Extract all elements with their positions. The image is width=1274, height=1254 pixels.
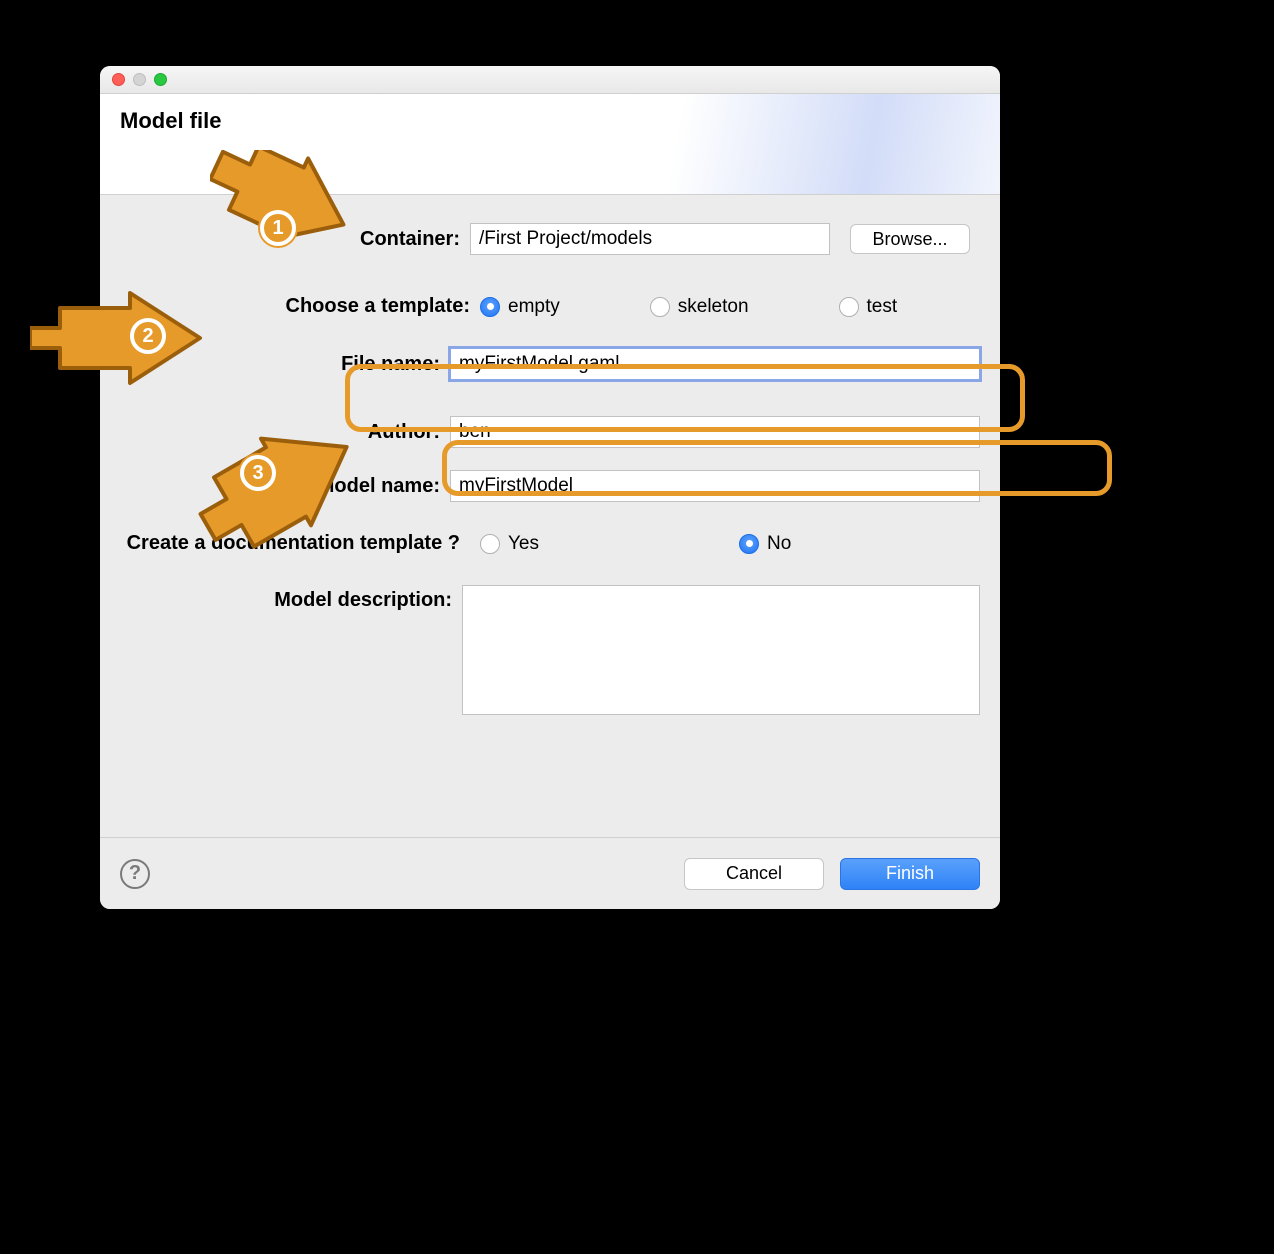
- titlebar: [100, 66, 1000, 94]
- radio-icon: [480, 534, 500, 554]
- template-option-label: skeleton: [678, 296, 749, 318]
- filename-row: File name:: [120, 348, 980, 380]
- description-textarea[interactable]: [462, 585, 980, 715]
- cancel-button[interactable]: Cancel: [684, 858, 824, 890]
- modelname-input[interactable]: [450, 470, 980, 502]
- dialog-window: Model file Container: Browse... Choose a…: [100, 66, 1000, 909]
- template-label: Choose a template:: [120, 295, 480, 318]
- template-radio-group: empty skeleton test: [480, 296, 897, 318]
- doc-option-no[interactable]: No: [739, 533, 791, 555]
- dialog-body: Container: Browse... Choose a template: …: [100, 195, 1000, 837]
- filename-input[interactable]: [450, 348, 980, 380]
- doc-label: Create a documentation template ?: [120, 532, 470, 555]
- container-input[interactable]: [470, 223, 830, 255]
- close-icon[interactable]: [112, 73, 125, 86]
- footer-buttons: Cancel Finish: [684, 858, 980, 890]
- radio-icon: [839, 297, 859, 317]
- filename-label: File name:: [120, 353, 450, 376]
- doc-row: Create a documentation template ? Yes No: [120, 532, 980, 555]
- minimize-icon: [133, 73, 146, 86]
- doc-option-label: Yes: [508, 533, 539, 555]
- zoom-icon[interactable]: [154, 73, 167, 86]
- container-row: Container: Browse...: [120, 223, 980, 255]
- dialog-header: Model file: [100, 94, 1000, 195]
- radio-icon: [739, 534, 759, 554]
- finish-button[interactable]: Finish: [840, 858, 980, 890]
- container-label: Container:: [120, 228, 470, 251]
- template-option-test[interactable]: test: [839, 296, 898, 318]
- dialog-footer: ? Cancel Finish: [100, 837, 1000, 909]
- template-option-label: test: [867, 296, 898, 318]
- doc-option-yes[interactable]: Yes: [480, 533, 539, 555]
- description-row: Model description:: [120, 585, 980, 715]
- browse-button[interactable]: Browse...: [850, 224, 970, 254]
- header-gradient: [640, 94, 1000, 194]
- radio-icon: [480, 297, 500, 317]
- template-option-label: empty: [508, 296, 560, 318]
- modelname-label: Model name:: [120, 475, 450, 498]
- doc-option-label: No: [767, 533, 791, 555]
- author-row: Author:: [120, 416, 980, 448]
- author-label: Author:: [120, 421, 450, 444]
- doc-radio-group: Yes No: [480, 533, 791, 555]
- help-icon[interactable]: ?: [120, 859, 150, 889]
- description-label: Model description:: [120, 585, 462, 612]
- template-row: Choose a template: empty skeleton test: [120, 295, 980, 318]
- author-input[interactable]: [450, 416, 980, 448]
- radio-icon: [650, 297, 670, 317]
- modelname-row: Model name:: [120, 470, 980, 502]
- template-option-skeleton[interactable]: skeleton: [650, 296, 749, 318]
- template-option-empty[interactable]: empty: [480, 296, 560, 318]
